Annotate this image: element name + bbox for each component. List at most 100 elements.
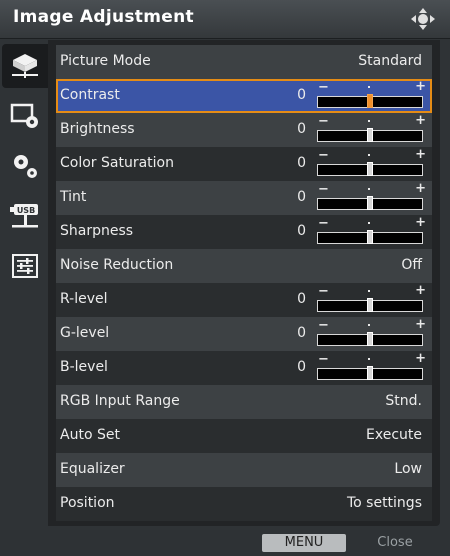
slider-center-mark: [368, 86, 370, 88]
setting-row[interactable]: Noise Reduction Off: [56, 249, 432, 283]
setting-row[interactable]: R-level 0− +: [56, 283, 432, 317]
setting-label: Noise Reduction: [60, 257, 174, 273]
slider-knob[interactable]: [367, 298, 373, 312]
level-slider[interactable]: − +: [316, 113, 426, 144]
tab-image[interactable]: [2, 44, 48, 88]
title-bar: Image Adjustment: [0, 0, 450, 39]
sliders-icon: [12, 254, 38, 278]
setting-label: R-level: [60, 291, 108, 307]
slider-minus-mark: −: [318, 318, 329, 333]
setting-number: 0: [297, 87, 306, 103]
slider-plus-mark: +: [415, 79, 426, 94]
setting-number: 0: [297, 359, 306, 375]
slider-minus-mark: −: [318, 182, 329, 197]
slider-center-mark: [368, 188, 370, 190]
window-title: Image Adjustment: [13, 7, 194, 27]
slider-plus-mark: +: [415, 317, 426, 332]
setting-row[interactable]: Auto Set Execute: [56, 419, 432, 453]
setting-row[interactable]: Tint 0− +: [56, 181, 432, 215]
footer-bar: MENU Close: [0, 530, 450, 556]
svg-text:USB: USB: [17, 206, 35, 215]
setting-number: 0: [297, 325, 306, 341]
slider-minus-mark: −: [318, 148, 329, 163]
slider-center-mark: [368, 154, 370, 156]
slider-plus-mark: +: [415, 351, 426, 366]
setting-row[interactable]: Brightness 0− +: [56, 113, 432, 147]
setting-row[interactable]: Contrast 0− +: [56, 79, 432, 113]
gears-icon: [14, 155, 37, 178]
setting-label: Position: [60, 495, 115, 511]
slider-minus-mark: −: [318, 114, 329, 129]
slider-center-mark: [368, 324, 370, 326]
tab-usb[interactable]: USB: [4, 194, 46, 238]
setting-number: 0: [297, 223, 306, 239]
slider-center-mark: [368, 290, 370, 292]
setting-number: 0: [297, 291, 306, 307]
tab-sliders[interactable]: [4, 244, 46, 288]
setting-row[interactable]: Picture Mode Standard: [56, 45, 432, 79]
setting-label: Sharpness: [60, 223, 134, 239]
setting-label: Auto Set: [60, 427, 120, 443]
level-slider[interactable]: − +: [316, 317, 426, 348]
setting-label: Contrast: [60, 87, 120, 103]
setting-label: Brightness: [60, 121, 135, 137]
slider-center-mark: [368, 222, 370, 224]
slider-minus-mark: −: [318, 216, 329, 231]
slider-minus-mark: −: [318, 284, 329, 299]
slider-knob[interactable]: [367, 94, 373, 108]
setting-value: Execute: [366, 427, 422, 443]
setting-label: Equalizer: [60, 461, 125, 477]
screen: Image Adjustment USB Picture Mode Standa…: [0, 0, 450, 556]
setting-row[interactable]: RGB Input Range Stnd.: [56, 385, 432, 419]
setting-row[interactable]: G-level 0− +: [56, 317, 432, 351]
level-slider[interactable]: − +: [316, 351, 426, 382]
usb-icon: USB: [10, 204, 38, 228]
setting-label: G-level: [60, 325, 110, 341]
setting-number: 0: [297, 189, 306, 205]
setting-row[interactable]: Sharpness 0− +: [56, 215, 432, 249]
setting-value: Stnd.: [385, 393, 422, 409]
slider-plus-mark: +: [415, 283, 426, 298]
setting-label: Picture Mode: [60, 53, 151, 69]
screen-settings-icon: [10, 103, 38, 128]
slider-minus-mark: −: [318, 352, 329, 367]
setting-value: Low: [394, 461, 422, 477]
setting-value: To settings: [346, 495, 422, 511]
level-slider[interactable]: − +: [316, 79, 426, 110]
tab-screen[interactable]: [4, 94, 46, 138]
setting-row[interactable]: B-level 0− +: [56, 351, 432, 385]
level-slider[interactable]: − +: [316, 215, 426, 246]
menu-button[interactable]: MENU: [262, 534, 346, 552]
setting-label: B-level: [60, 359, 108, 375]
close-button[interactable]: Close: [360, 534, 430, 552]
slider-knob[interactable]: [367, 230, 373, 244]
projector-image-icon: [12, 54, 38, 78]
slider-knob[interactable]: [367, 332, 373, 346]
setting-value: Standard: [358, 53, 422, 69]
slider-center-mark: [368, 358, 370, 360]
setting-label: Tint: [60, 189, 87, 205]
slider-center-mark: [368, 120, 370, 122]
side-tab-bar: USB: [0, 38, 48, 530]
slider-plus-mark: +: [415, 181, 426, 196]
slider-minus-mark: −: [318, 80, 329, 95]
slider-plus-mark: +: [415, 113, 426, 128]
settings-panel: Picture Mode Standard Contrast 0− + Brightnes…: [48, 40, 440, 526]
setting-label: RGB Input Range: [60, 393, 180, 409]
setting-label: Color Saturation: [60, 155, 174, 171]
level-slider[interactable]: − +: [316, 181, 426, 212]
level-slider[interactable]: − +: [316, 147, 426, 178]
level-slider[interactable]: − +: [316, 283, 426, 314]
setting-number: 0: [297, 121, 306, 137]
setting-row[interactable]: Equalizer Low: [56, 453, 432, 487]
slider-knob[interactable]: [367, 162, 373, 176]
slider-knob[interactable]: [367, 196, 373, 210]
slider-knob[interactable]: [367, 128, 373, 142]
tab-settings[interactable]: [4, 144, 46, 188]
setting-row[interactable]: Color Saturation 0− +: [56, 147, 432, 181]
setting-value: Off: [401, 257, 422, 273]
slider-plus-mark: +: [415, 215, 426, 230]
slider-plus-mark: +: [415, 147, 426, 162]
slider-knob[interactable]: [367, 366, 373, 380]
setting-row[interactable]: Position To settings: [56, 487, 432, 521]
